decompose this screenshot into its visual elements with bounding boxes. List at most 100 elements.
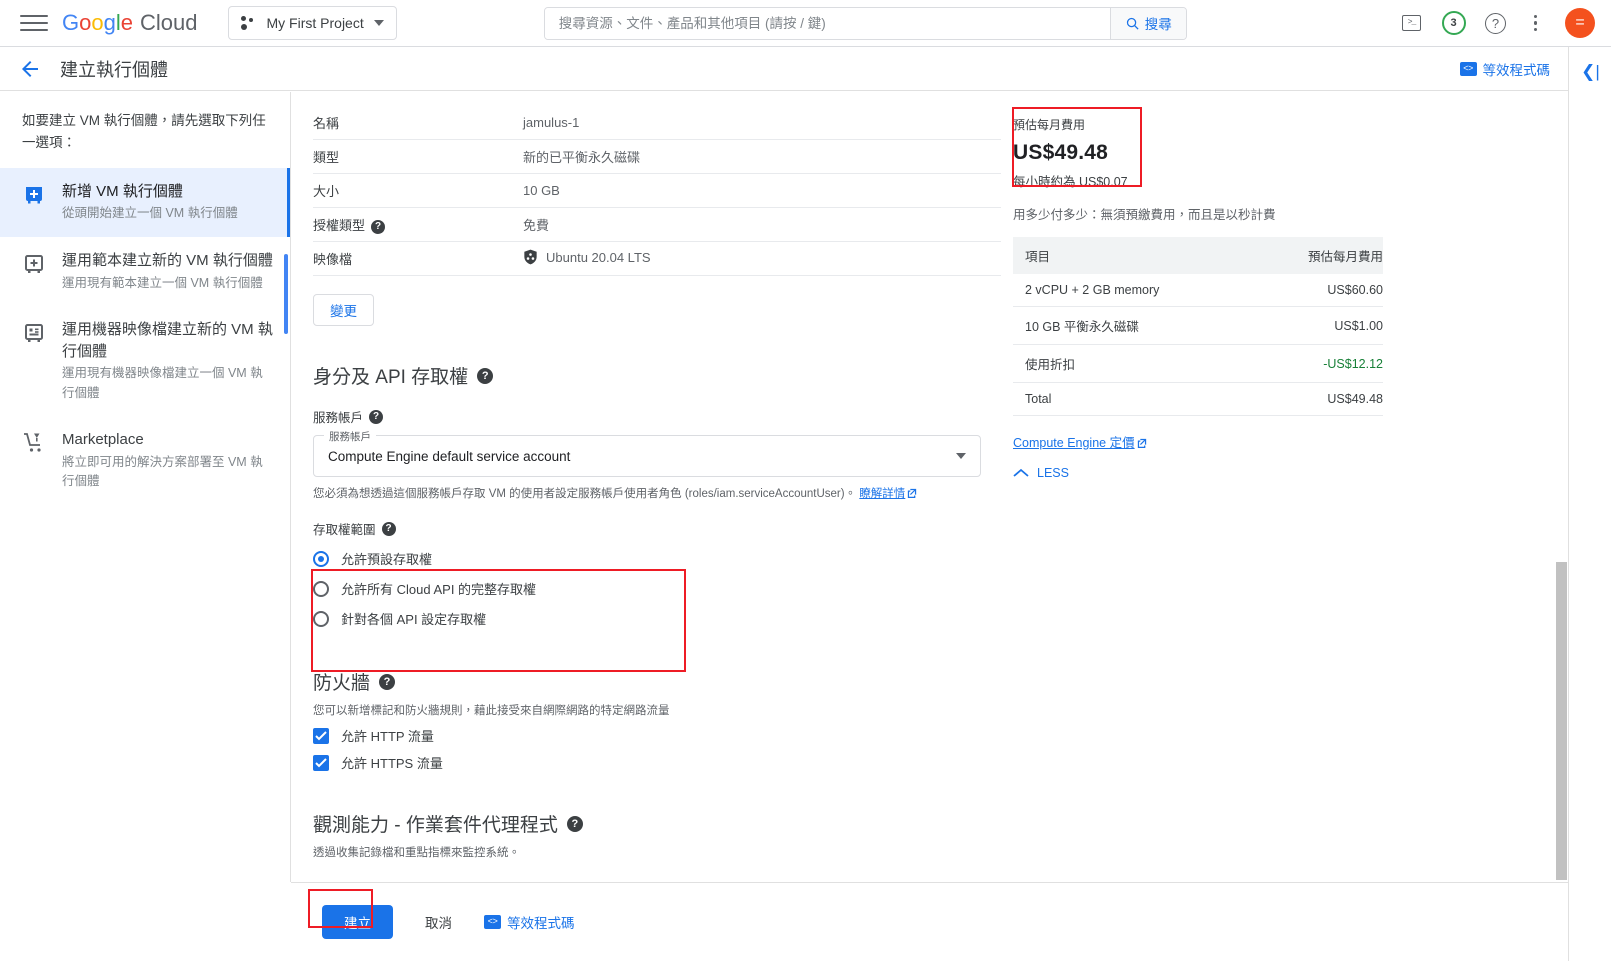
logo-letter-o2: o: [91, 10, 103, 36]
radio-default-access[interactable]: 允許預設存取權: [313, 549, 1568, 568]
sidebar-scroll-indicator[interactable]: [284, 254, 288, 334]
ubuntu-logo-icon: [523, 249, 538, 265]
right-rail: ❮|: [1568, 47, 1611, 961]
radio-full-access[interactable]: 允許所有 Cloud API 的完整存取權: [313, 579, 1568, 598]
radio-custom-access[interactable]: 針對各個 API 設定存取權: [313, 609, 1568, 628]
change-boot-disk-button[interactable]: 變更: [313, 294, 374, 326]
equivalent-code-header-label: 等效程式碼: [1483, 59, 1551, 79]
radio-label: 針對各個 API 設定存取權: [341, 609, 486, 628]
help-tooltip-icon[interactable]: ?: [567, 816, 583, 832]
help-tooltip-icon[interactable]: ?: [477, 368, 493, 384]
help-tooltip-icon[interactable]: ?: [379, 674, 395, 690]
equivalent-code-header-button[interactable]: <> 等效程式碼: [1460, 59, 1551, 79]
footer-left-spacer: [0, 882, 291, 961]
main-content-area: 名稱 jamulus-1 類型 新的已平衡永久磁碟 大小 10 GB 授權類型?: [291, 92, 1568, 882]
row-key: 授權類型: [313, 218, 365, 233]
sidebar-item-desc: 從頭開始建立一個 VM 執行個體: [62, 204, 274, 223]
sidebar-item-desc: 將立即可用的解決方案部署至 VM 執行個體: [62, 453, 274, 492]
sidebar-item-new-vm-instance[interactable]: 新增 VM 執行個體 從頭開始建立一個 VM 執行個體: [0, 168, 290, 237]
firewall-description: 您可以新增標記和防火牆規則，藉此接受來自網際網路的特定網路流量: [313, 702, 1568, 718]
hamburger-menu-icon[interactable]: [20, 9, 48, 37]
firewall-heading-row: 防火牆?: [313, 668, 1568, 695]
sidebar-item-vm-from-machine-image[interactable]: 運用機器映像檔建立新的 VM 執行個體 運用現有機器映像檔建立一個 VM 執行個…: [0, 306, 290, 416]
search-input[interactable]: [545, 8, 1110, 39]
sidebar-item-text: 運用機器映像檔建立新的 VM 執行個體 運用現有機器映像檔建立一個 VM 執行個…: [62, 319, 274, 403]
project-selector[interactable]: My First Project: [228, 6, 397, 40]
logo-letter-g2: g: [104, 10, 116, 36]
sidebar-item-title: 運用範本建立新的 VM 執行個體: [62, 250, 274, 272]
google-cloud-logo[interactable]: GoogleCloud: [62, 10, 198, 36]
table-row: 使用折扣 -US$12.12: [1013, 345, 1383, 383]
sidebar-item-marketplace[interactable]: Marketplace 將立即可用的解決方案部署至 VM 執行個體: [0, 416, 290, 505]
equivalent-code-footer-button[interactable]: <> 等效程式碼: [484, 912, 575, 932]
checkbox-checked: [313, 728, 329, 744]
notifications-button[interactable]: 3: [1442, 11, 1466, 35]
less-toggle-button[interactable]: LESS: [1013, 466, 1433, 480]
search-button-label: 搜尋: [1145, 13, 1172, 33]
cell-cost: US$1.00: [1233, 307, 1383, 345]
table-header-row: 項目 預估每月費用: [1013, 237, 1383, 274]
row-key: 大小: [313, 174, 523, 208]
code-icon: <>: [484, 915, 501, 929]
vm-from-machine-image-icon: [22, 321, 46, 345]
cell-cost: US$60.60: [1233, 274, 1383, 307]
service-account-label: 服務帳戶: [313, 407, 363, 426]
checkbox-allow-https[interactable]: 允許 HTTPS 流量: [313, 753, 1568, 772]
access-scopes-label: 存取權範圍: [313, 519, 376, 538]
checkbox-label: 允許 HTTPS 流量: [341, 753, 443, 772]
checkbox-allow-http[interactable]: 允許 HTTP 流量: [313, 726, 1568, 745]
less-label: LESS: [1037, 466, 1069, 480]
help-tooltip-icon[interactable]: ?: [371, 220, 385, 234]
page-footer-actions: 建立 取消 <> 等效程式碼: [291, 882, 1568, 961]
sidebar-item-text: Marketplace 將立即可用的解決方案部署至 VM 執行個體: [62, 429, 274, 492]
sidebar-item-text: 新增 VM 執行個體 從頭開始建立一個 VM 執行個體: [62, 181, 274, 224]
table-row: 10 GB 平衡永久磁碟 US$1.00: [1013, 307, 1383, 345]
column-header-cost: 預估每月費用: [1233, 237, 1383, 274]
chevron-up-icon: [1013, 468, 1029, 478]
table-row: 類型 新的已平衡永久磁碟: [313, 140, 1001, 174]
main-scrollbar-thumb[interactable]: [1556, 562, 1567, 880]
chevron-down-icon: [374, 20, 384, 26]
learn-more-link[interactable]: 瞭解詳情: [859, 488, 905, 500]
radio-button-selected: [313, 551, 329, 567]
logo-letter-g: G: [62, 10, 79, 36]
radio-label: 允許預設存取權: [341, 549, 432, 568]
sidebar-item-text: 運用範本建立新的 VM 執行個體 運用現有範本建立一個 VM 執行個體: [62, 250, 274, 293]
project-name-label: My First Project: [267, 15, 364, 31]
cloud-shell-button[interactable]: >_: [1400, 11, 1424, 35]
service-account-select[interactable]: 服務帳戶 Compute Engine default service acco…: [313, 435, 981, 477]
row-value: 免費: [523, 208, 1001, 242]
table-row: 2 vCPU + 2 GB memory US$60.60: [1013, 274, 1383, 307]
help-tooltip-icon[interactable]: ?: [369, 410, 383, 424]
table-row: 名稱 jamulus-1: [313, 106, 1001, 140]
collapse-panel-icon[interactable]: ❮|: [1569, 57, 1611, 87]
cell-item-total: Total: [1013, 383, 1233, 416]
table-row: 大小 10 GB: [313, 174, 1001, 208]
row-key: 名稱: [313, 106, 523, 140]
main-inner: 名稱 jamulus-1 類型 新的已平衡永久磁碟 大小 10 GB 授權類型?: [291, 106, 1568, 882]
more-options-button[interactable]: [1526, 13, 1546, 34]
cell-item: 2 vCPU + 2 GB memory: [1013, 274, 1233, 307]
image-name: Ubuntu 20.04 LTS: [546, 250, 651, 265]
help-button[interactable]: ?: [1484, 11, 1508, 35]
sidebar-item-vm-from-template[interactable]: 運用範本建立新的 VM 執行個體 運用現有範本建立一個 VM 執行個體: [0, 237, 290, 306]
row-key-with-help: 授權類型?: [313, 208, 523, 242]
back-arrow-icon[interactable]: [18, 57, 42, 81]
sidebar-intro-text: 如要建立 VM 執行個體，請先選取下列任一選項：: [0, 92, 290, 168]
observability-heading: 觀測能力 - 作業套件代理程式: [313, 810, 558, 837]
row-key: 映像檔: [313, 242, 523, 276]
external-link-icon: [907, 488, 917, 498]
notifications-count: 3: [1450, 17, 1456, 29]
search-button[interactable]: 搜尋: [1110, 8, 1186, 39]
user-avatar[interactable]: =: [1565, 8, 1595, 38]
identity-api-heading: 身分及 API 存取權: [313, 362, 468, 389]
help-tooltip-icon[interactable]: ?: [382, 522, 396, 536]
code-icon: <>: [1460, 62, 1477, 76]
boot-disk-summary-table: 名稱 jamulus-1 類型 新的已平衡永久磁碟 大小 10 GB 授權類型?: [313, 106, 1001, 276]
radio-label: 允許所有 Cloud API 的完整存取權: [341, 579, 536, 598]
cancel-button[interactable]: 取消: [419, 911, 458, 933]
row-value: jamulus-1: [523, 106, 1001, 140]
service-account-selected-value: Compute Engine default service account: [328, 449, 570, 464]
compute-engine-pricing-link[interactable]: Compute Engine 定價: [1013, 432, 1147, 451]
cell-item: 使用折扣: [1013, 345, 1233, 383]
